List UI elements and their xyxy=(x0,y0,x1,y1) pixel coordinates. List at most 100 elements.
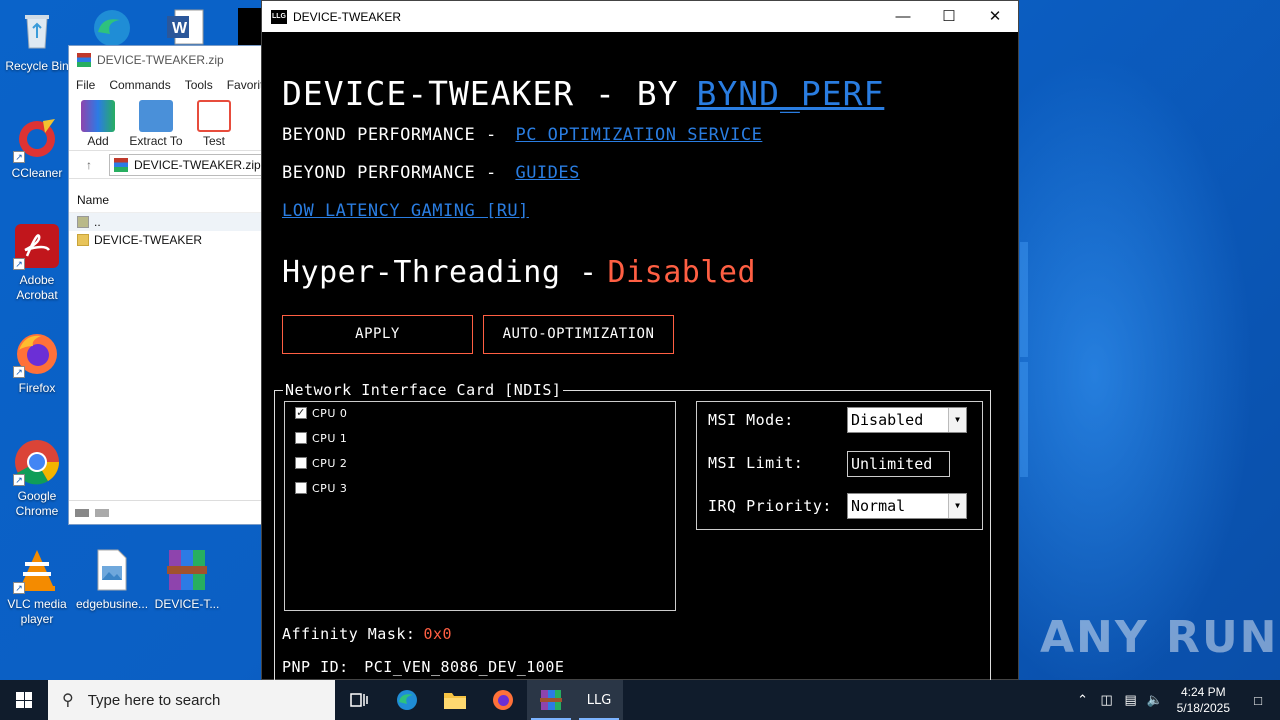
cpu-label: CPU 0 xyxy=(312,406,348,420)
list-item-label: DEVICE-TWEAKER xyxy=(94,233,203,247)
menu-file[interactable]: File xyxy=(69,78,102,92)
list-item[interactable]: DEVICE-TWEAKER xyxy=(69,231,267,249)
extract-to-button[interactable]: Extract To xyxy=(127,100,185,148)
maximize-button[interactable]: ☐ xyxy=(926,1,972,32)
checkbox-icon xyxy=(295,457,307,469)
file-explorer-taskbar-button[interactable] xyxy=(431,680,479,720)
line2-prefix: BEYOND PERFORMANCE - xyxy=(282,163,497,183)
winrar-archive-icon xyxy=(163,546,211,594)
list-item[interactable]: .. xyxy=(69,213,267,231)
bynd-perf-link[interactable]: BYND_PERF xyxy=(697,74,885,113)
desktop-icon-device-tweaker-zip[interactable]: DEVICE-T... xyxy=(151,546,223,612)
irq-priority-value: Normal xyxy=(851,497,906,515)
app-titlebar: LLG DEVICE-TWEAKER — ☐ ✕ xyxy=(262,1,1018,32)
add-button[interactable]: Add xyxy=(69,100,127,148)
cpu-2-checkbox[interactable]: CPU 2 xyxy=(295,455,347,471)
word-desktop-icon[interactable]: W xyxy=(163,8,207,46)
msi-mode-select[interactable]: Disabled ▼ xyxy=(847,407,967,433)
edge-taskbar-button[interactable] xyxy=(383,680,431,720)
start-button[interactable] xyxy=(0,680,48,720)
app-logo-icon: LLG xyxy=(271,9,287,24)
add-archive-icon xyxy=(81,100,115,132)
desktop-icon-firefox[interactable]: ↗ Firefox xyxy=(1,330,73,396)
desktop-background xyxy=(1015,0,1280,680)
device-icon[interactable]: ◫ xyxy=(1095,692,1119,708)
winrar-title: DEVICE-TWEAKER.zip xyxy=(97,53,224,67)
vlc-icon: ↗ xyxy=(13,546,61,594)
msi-limit-value: Unlimited xyxy=(851,455,933,473)
task-view-icon xyxy=(350,693,368,707)
pc-optimization-line: BEYOND PERFORMANCE - PC OPTIMIZATION SER… xyxy=(282,125,762,145)
cpu-3-checkbox[interactable]: CPU 3 xyxy=(295,480,347,496)
test-checklist-icon xyxy=(197,100,231,132)
folder-icon xyxy=(444,693,466,709)
desktop-icon-label: Recycle Bin xyxy=(5,59,69,73)
nic-group-title: Network Interface Card [NDIS] xyxy=(283,381,564,399)
menu-commands[interactable]: Commands xyxy=(102,78,177,92)
msi-limit-input[interactable]: Unlimited xyxy=(847,451,950,477)
guides-line: BEYOND PERFORMANCE - GUIDES xyxy=(282,163,580,183)
column-header-name[interactable]: Name xyxy=(69,187,267,213)
low-latency-gaming-link[interactable]: LOW LATENCY GAMING [RU] xyxy=(282,201,529,221)
zip-icon xyxy=(114,157,128,172)
taskbar-search-box[interactable]: ⚲ Type here to search xyxy=(48,680,335,720)
auto-optimization-button[interactable]: AUTO-OPTIMIZATION xyxy=(483,315,674,354)
pc-optimization-link[interactable]: PC OPTIMIZATION SERVICE xyxy=(515,125,762,145)
apply-button[interactable]: APPLY xyxy=(282,315,473,354)
column-name-label: Name xyxy=(77,192,110,207)
firefox-icon: ↗ xyxy=(13,330,61,378)
winrar-window: DEVICE-TWEAKER.zip File Commands Tools F… xyxy=(68,45,268,525)
parent-folder-icon xyxy=(77,216,89,228)
test-label: Test xyxy=(202,134,225,148)
low-latency-line: LOW LATENCY GAMING [RU] xyxy=(282,201,529,221)
cpu-1-checkbox[interactable]: CPU 1 xyxy=(295,430,347,446)
clock[interactable]: 4:24 PM 5/18/2025 xyxy=(1177,684,1230,716)
chevron-up-icon[interactable]: ⌃ xyxy=(1071,692,1095,708)
msi-limit-label: MSI Limit: xyxy=(708,454,804,472)
firefox-taskbar-button[interactable] xyxy=(479,680,527,720)
desktop-icon-label: VLC media player xyxy=(7,597,67,626)
windows-logo-icon xyxy=(16,692,32,708)
path-box[interactable]: DEVICE-TWEAKER.zip xyxy=(109,153,267,176)
guides-link[interactable]: GUIDES xyxy=(515,163,579,183)
add-label: Add xyxy=(87,134,109,148)
search-icon: ⚲ xyxy=(62,692,74,709)
pnp-label: PNP ID: xyxy=(282,658,349,676)
desktop-icon-adobe-acrobat[interactable]: ↗ Adobe Acrobat xyxy=(1,222,73,303)
desktop-icon-chrome[interactable]: ↗ Google Chrome xyxy=(1,438,73,519)
menu-tools[interactable]: Tools xyxy=(178,78,220,92)
clock-time: 4:24 PM xyxy=(1180,685,1226,699)
dropdown-arrow-icon: ▼ xyxy=(948,494,966,518)
desktop-icon-recycle-bin[interactable]: Recycle Bin xyxy=(1,8,73,74)
cpu-0-checkbox[interactable]: ✓ CPU 0 xyxy=(295,405,347,421)
notification-icon[interactable]: □ xyxy=(1246,693,1270,708)
desktop-icon-ccleaner[interactable]: ↗ CCleaner xyxy=(1,115,73,181)
checkbox-icon xyxy=(295,432,307,444)
pnp-value: PCI_VEN_8086_DEV_100E xyxy=(364,658,565,676)
volume-icon[interactable]: 🔈 xyxy=(1143,692,1167,708)
svg-text:W: W xyxy=(172,20,188,37)
device-tweaker-window: LLG DEVICE-TWEAKER — ☐ ✕ DEVICE-TWEAKER … xyxy=(261,0,1019,720)
ht-label: Hyper-Threading - xyxy=(282,255,598,290)
test-button[interactable]: Test xyxy=(185,100,243,148)
key-icon xyxy=(95,508,109,517)
up-arrow-icon[interactable]: ↑ xyxy=(69,158,109,172)
task-view-button[interactable] xyxy=(335,680,383,720)
taskbar: ⚲ Type here to search LLG ⌃ ◫ ▤ 🔈 4:24 P… xyxy=(0,680,1280,720)
desktop-icon-label: Adobe Acrobat xyxy=(16,273,58,302)
close-button[interactable]: ✕ xyxy=(972,1,1018,32)
network-icon[interactable]: ▤ xyxy=(1119,692,1143,708)
desktop-icon-edgebusiness[interactable]: edgebusine... xyxy=(76,546,148,612)
msi-mode-label: MSI Mode: xyxy=(708,411,794,429)
file-list: Name .. DEVICE-TWEAKER xyxy=(69,187,267,249)
desktop-icon-vlc[interactable]: ↗ VLC media player xyxy=(1,546,73,627)
winrar-taskbar-button[interactable] xyxy=(527,680,575,720)
edge-desktop-icon[interactable] xyxy=(88,6,136,46)
winrar-app-icon xyxy=(77,53,91,67)
affinity-mask: Affinity Mask: 0x0 xyxy=(282,625,452,643)
minimize-button[interactable]: — xyxy=(880,1,926,32)
cpu-label: CPU 3 xyxy=(312,481,348,495)
irq-priority-select[interactable]: Normal ▼ xyxy=(847,493,967,519)
llg-taskbar-button[interactable]: LLG xyxy=(575,680,623,720)
affinity-label: Affinity Mask: xyxy=(282,625,416,643)
